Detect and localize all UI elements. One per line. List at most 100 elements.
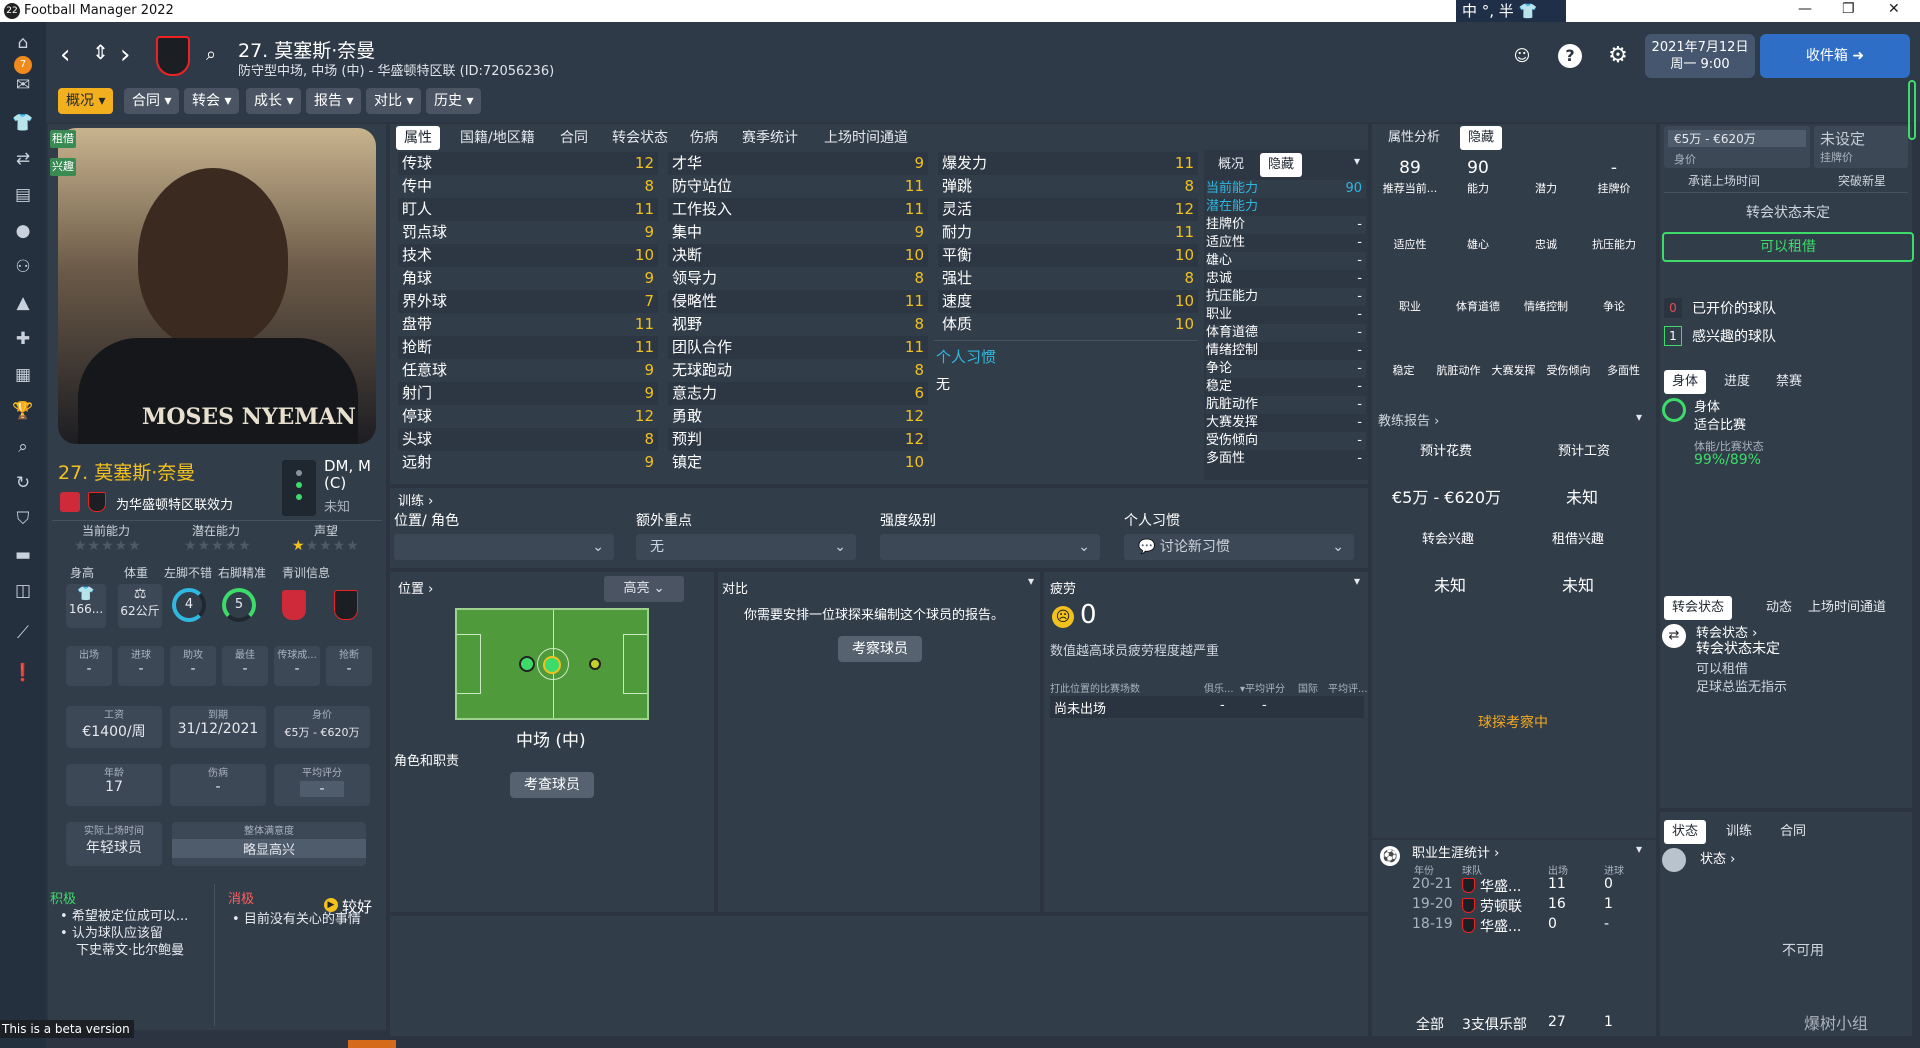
forward-icon[interactable]: ›	[120, 40, 130, 70]
continue-button[interactable]: 收件箱 ➜	[1760, 34, 1910, 78]
tab-state[interactable]: 状态	[1664, 820, 1707, 844]
manager-icon[interactable]: ☺	[1510, 44, 1534, 68]
updown-icon[interactable]: ⇕	[92, 40, 109, 64]
hidden-attribute-row[interactable]: 争论 -	[1206, 360, 1366, 378]
career-row[interactable]: 18-19 华盛... 0 -	[1412, 916, 1652, 936]
career-title[interactable]: 职业生涯统计 ›	[1412, 842, 1499, 861]
data-icon[interactable]: ▤	[12, 184, 34, 206]
attribute-row[interactable]: 体质 10	[938, 313, 1198, 336]
hidden-attribute-row[interactable]: 当前能力 90	[1206, 180, 1366, 198]
hidden-attribute-row[interactable]: 挂牌价 -	[1206, 216, 1366, 234]
hidden-attribute-row[interactable]: 多面性 -	[1206, 450, 1366, 468]
attribute-row[interactable]: 平衡 10	[938, 244, 1198, 267]
date-display[interactable]: 2021年7月12日 周一 9:00	[1645, 34, 1755, 78]
tab-analysis-hidden[interactable]: 隐藏	[1460, 126, 1503, 150]
tab-playing-time[interactable]: 上场时间通道	[816, 126, 916, 150]
chevron-down-icon[interactable]: ▾	[1636, 410, 1642, 424]
search-icon[interactable]: ⌕	[206, 44, 216, 65]
chevron-down-icon[interactable]: ▾	[1028, 574, 1034, 588]
tab-dynamics[interactable]: 动态	[1758, 596, 1800, 620]
ball-icon[interactable]: ●	[12, 220, 34, 242]
attribute-row[interactable]: 视野 8	[668, 313, 928, 336]
inbox-icon[interactable]: ✉	[12, 74, 34, 96]
hidden-attribute-row[interactable]: 稳定 -	[1206, 378, 1366, 396]
dev-icon[interactable]: ◫	[12, 580, 34, 602]
hidden-attribute-row[interactable]: 雄心 -	[1206, 252, 1366, 270]
trend-icon[interactable]: ⟋	[12, 622, 34, 644]
attribute-row[interactable]: 爆发力 11	[938, 152, 1198, 175]
attribute-row[interactable]: 头球 8	[398, 428, 658, 451]
chevron-down-icon[interactable]: ▾	[1354, 574, 1360, 588]
tab-nationality[interactable]: 国籍/地区籍	[452, 126, 543, 150]
attribute-row[interactable]: 才华 9	[668, 152, 928, 175]
attribute-row[interactable]: 团队合作 11	[668, 336, 928, 359]
finance-icon[interactable]: ▬	[12, 544, 34, 566]
tab-contract[interactable]: 合同 ▾	[124, 88, 180, 114]
attribute-row[interactable]: 传球 12	[398, 152, 658, 175]
career-row[interactable]: 19-20 劳顿联 16 1	[1412, 896, 1652, 916]
attribute-row[interactable]: 罚点球 9	[398, 221, 658, 244]
tab-playing-time-2[interactable]: 上场时间通道	[1800, 596, 1894, 620]
attribute-row[interactable]: 停球 12	[398, 405, 658, 428]
attribute-row[interactable]: 耐力 11	[938, 221, 1198, 244]
schedule-icon[interactable]: ▦	[12, 364, 34, 386]
state-label[interactable]: 状态 ›	[1700, 848, 1735, 867]
attribute-row[interactable]: 抢断 11	[398, 336, 658, 359]
tab-transfer[interactable]: 转会 ▾	[184, 88, 240, 114]
alert-icon[interactable]: ❗	[12, 662, 34, 684]
attribute-row[interactable]: 界外球 7	[398, 290, 658, 313]
tactics-icon[interactable]: ⇄	[12, 148, 34, 170]
search-icon[interactable]: ⌕	[12, 436, 34, 458]
hidden-attribute-row[interactable]: 受伤倾向 -	[1206, 432, 1366, 450]
chevron-down-icon[interactable]: ▾	[1354, 154, 1360, 168]
focus-dropdown[interactable]: 无 ⌄	[636, 534, 856, 560]
hidden-attribute-row[interactable]: 适应性 -	[1206, 234, 1366, 252]
tab-reports[interactable]: 报告 ▾	[306, 88, 362, 114]
habit-dropdown[interactable]: 💬 讨论新习惯 ⌄	[1124, 534, 1354, 560]
career-row[interactable]: 20-21 华盛... 11 0	[1412, 876, 1652, 896]
hidden-attribute-row[interactable]: 潜在能力	[1206, 198, 1366, 216]
tab-overview[interactable]: 概况 ▾	[58, 88, 114, 114]
hidden-attribute-row[interactable]: 职业 -	[1206, 306, 1366, 324]
attribute-row[interactable]: 侵略性 11	[668, 290, 928, 313]
hidden-attribute-row[interactable]: 抗压能力 -	[1206, 288, 1366, 306]
staff-icon[interactable]: ⚇	[12, 256, 34, 278]
tab-analysis[interactable]: 属性分析	[1380, 126, 1448, 150]
intensity-dropdown[interactable]: ⌄	[880, 534, 1100, 560]
hidden-attribute-row[interactable]: 大赛发挥 -	[1206, 414, 1366, 432]
scout-player-button[interactable]: 考察球员	[838, 636, 922, 662]
attribute-row[interactable]: 镇定 10	[668, 451, 928, 474]
close-icon[interactable]: ✕	[1888, 1, 1900, 17]
role-dropdown[interactable]: ⌄	[394, 534, 614, 560]
tab-contract-2[interactable]: 合同	[1772, 820, 1814, 844]
attribute-row[interactable]: 强壮 8	[938, 267, 1198, 290]
restore-icon[interactable]: ❐	[1842, 1, 1855, 17]
hidden-attribute-row[interactable]: 肮脏动作 -	[1206, 396, 1366, 414]
ime-indicator[interactable]: 中 °, 半 👕	[1456, 0, 1566, 22]
tab-hidden[interactable]: 隐藏	[1260, 153, 1303, 177]
gear-icon[interactable]: ⚙	[1606, 44, 1630, 68]
attribute-row[interactable]: 灵活 12	[938, 198, 1198, 221]
attribute-row[interactable]: 无球跑动 8	[668, 359, 928, 382]
loan-available-button[interactable]: 可以租借	[1662, 232, 1914, 262]
view-player-button[interactable]: 考查球员	[510, 772, 594, 798]
minimize-icon[interactable]: —	[1798, 1, 1812, 17]
attribute-row[interactable]: 速度 10	[938, 290, 1198, 313]
club-icon[interactable]: ⛉	[12, 508, 34, 530]
attribute-row[interactable]: 勇敢 12	[668, 405, 928, 428]
attribute-row[interactable]: 工作投入 11	[668, 198, 928, 221]
attribute-row[interactable]: 远射 9	[398, 451, 658, 474]
tab-history[interactable]: 历史 ▾	[426, 88, 482, 114]
hidden-attribute-row[interactable]: 忠诚 -	[1206, 270, 1366, 288]
attribute-row[interactable]: 预判 12	[668, 428, 928, 451]
attribute-row[interactable]: 领导力 8	[668, 267, 928, 290]
attribute-row[interactable]: 弹跳 8	[938, 175, 1198, 198]
coach-report-title[interactable]: 教练报告 ›	[1378, 410, 1439, 429]
attribute-row[interactable]: 任意球 9	[398, 359, 658, 382]
attribute-row[interactable]: 射门 9	[398, 382, 658, 405]
attribute-row[interactable]: 角球 9	[398, 267, 658, 290]
hidden-attribute-row[interactable]: 情绪控制 -	[1206, 342, 1366, 360]
attribute-row[interactable]: 盘带 11	[398, 313, 658, 336]
tab-compare[interactable]: 对比 ▾	[366, 88, 422, 114]
help-icon[interactable]: ?	[1558, 44, 1582, 68]
